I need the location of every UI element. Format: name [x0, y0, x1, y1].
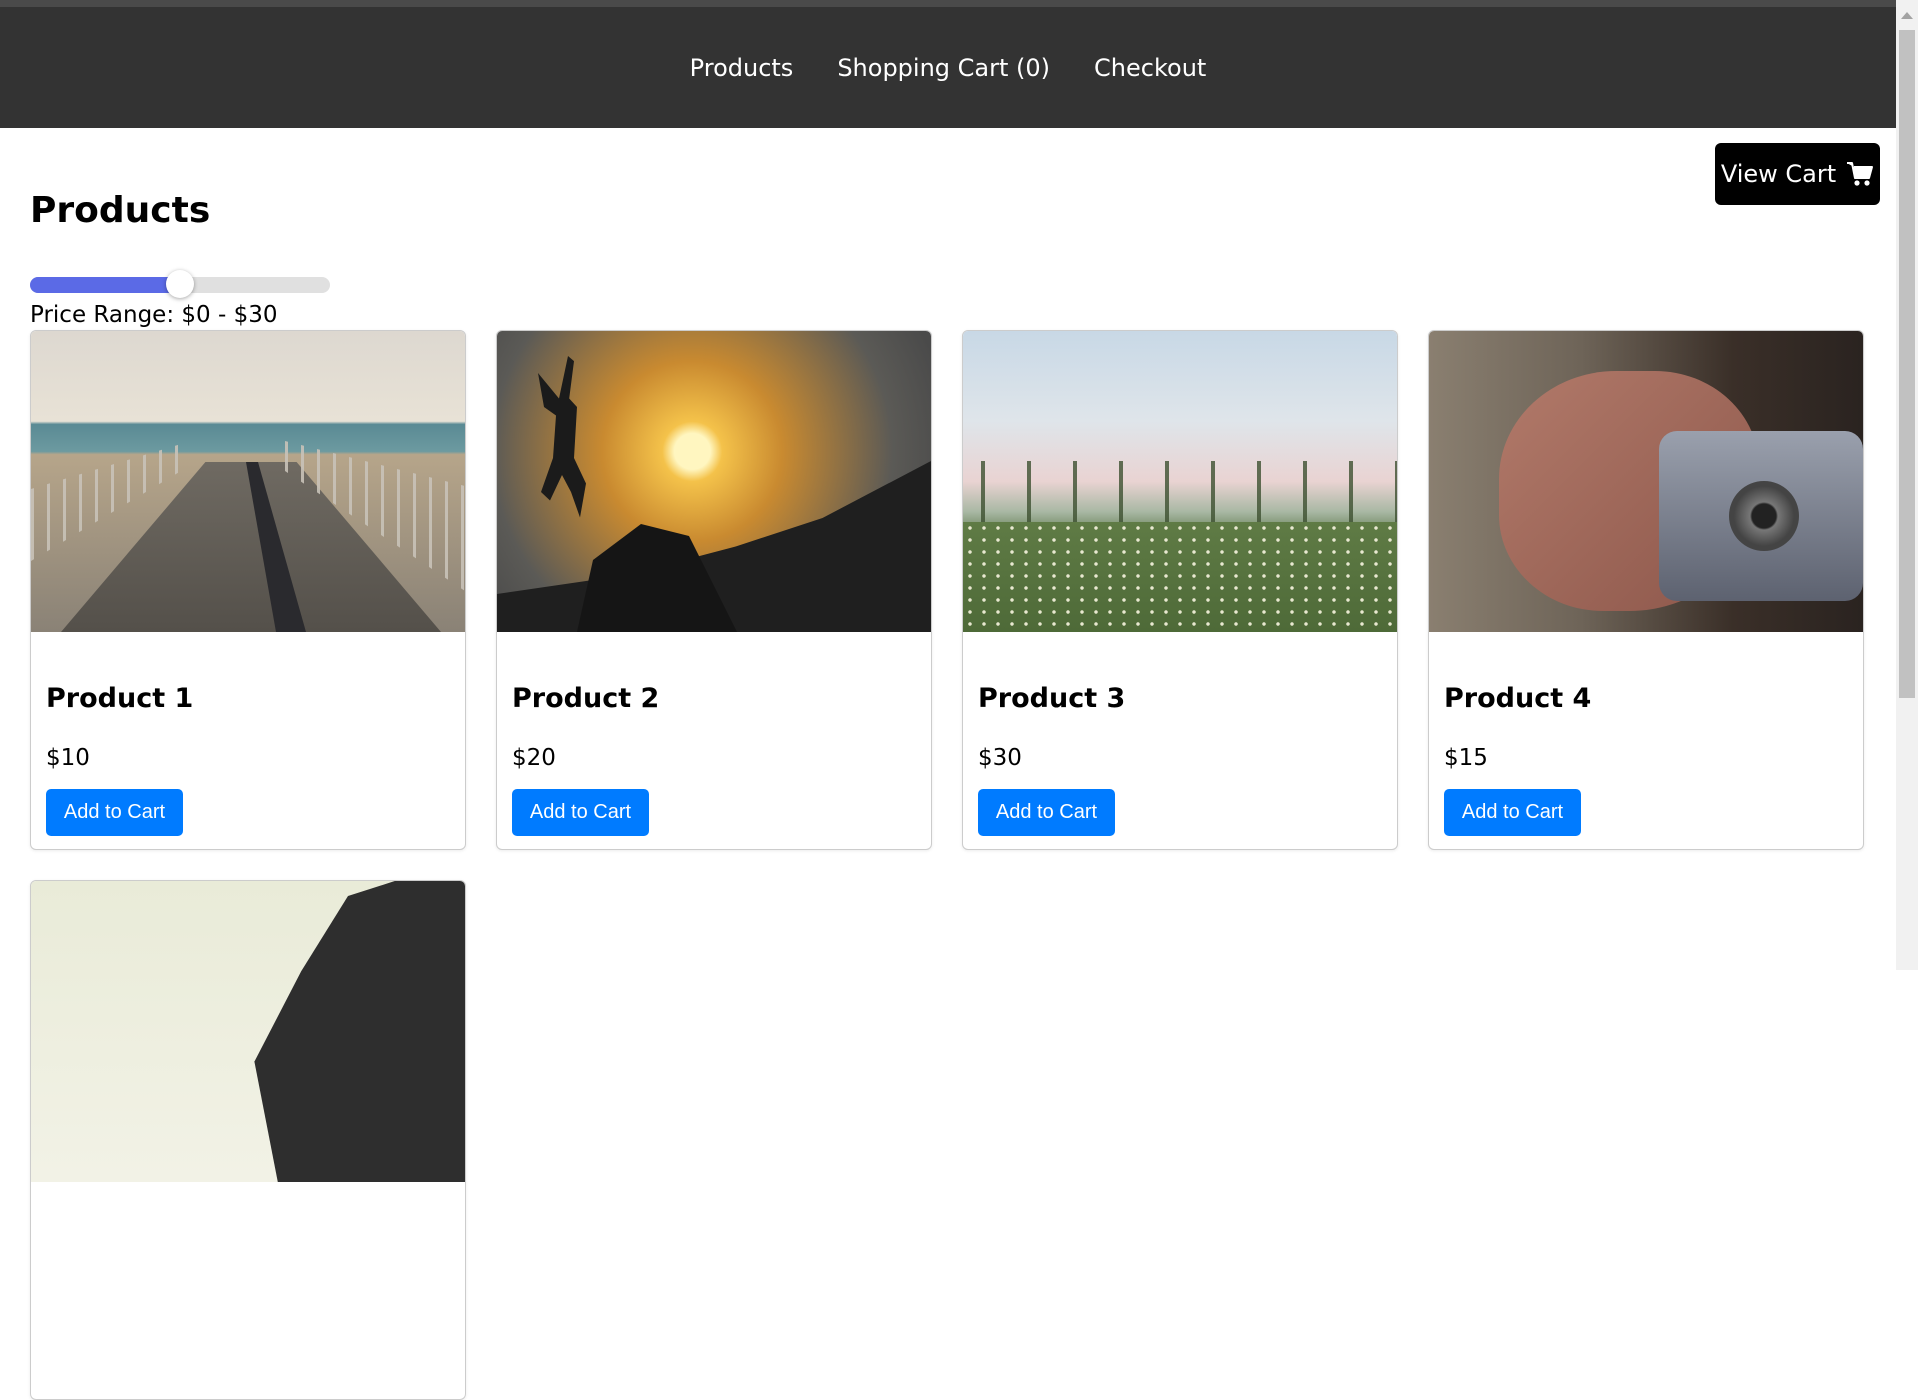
product-card	[30, 880, 466, 1400]
product-price: $10	[46, 745, 90, 771]
product-name: Product 2	[512, 683, 660, 714]
product-image	[497, 331, 931, 632]
nav-link-products[interactable]: Products	[690, 54, 794, 82]
product-card: Product 3 $30 Add to Cart	[962, 330, 1398, 850]
view-cart-button[interactable]: View Cart	[1715, 143, 1880, 205]
scroll-thumb[interactable]	[1899, 30, 1915, 698]
view-cart-label: View Cart	[1720, 160, 1837, 188]
add-to-cart-button[interactable]: Add to Cart	[512, 789, 649, 836]
scroll-up-arrow-icon[interactable]	[1901, 12, 1913, 19]
product-name: Product 3	[978, 683, 1126, 714]
nav-link-shopping-cart[interactable]: Shopping Cart (0)	[837, 54, 1050, 82]
product-image	[1429, 331, 1863, 632]
add-to-cart-button[interactable]: Add to Cart	[978, 789, 1115, 836]
product-card: Product 2 $20 Add to Cart	[496, 330, 932, 850]
page-title: Products	[30, 190, 211, 231]
product-image	[963, 331, 1397, 632]
nav-link-checkout[interactable]: Checkout	[1094, 54, 1206, 82]
price-range-slider-thumb[interactable]	[166, 270, 194, 298]
product-image	[31, 331, 465, 632]
product-card: Product 1 $10 Add to Cart	[30, 330, 466, 850]
add-to-cart-button[interactable]: Add to Cart	[46, 789, 183, 836]
product-price: $15	[1444, 745, 1488, 771]
add-to-cart-button[interactable]: Add to Cart	[1444, 789, 1581, 836]
product-image	[31, 881, 465, 1182]
product-name: Product 4	[1444, 683, 1592, 714]
vertical-scrollbar[interactable]	[1896, 0, 1918, 970]
price-range-slider-fill	[30, 277, 180, 293]
top-navbar: Products Shopping Cart (0) Checkout	[0, 7, 1896, 128]
cart-icon	[1847, 162, 1874, 186]
product-card: Product 4 $15 Add to Cart	[1428, 330, 1864, 850]
window-top-border	[0, 0, 1918, 7]
product-name: Product 1	[46, 683, 194, 714]
product-grid: Product 1 $10 Add to Cart Product 2 $20 …	[30, 330, 1864, 1400]
product-price: $30	[978, 745, 1022, 771]
price-range-label: Price Range: $0 - $30	[30, 302, 278, 328]
product-price: $20	[512, 745, 556, 771]
price-range-slider[interactable]	[30, 270, 330, 298]
